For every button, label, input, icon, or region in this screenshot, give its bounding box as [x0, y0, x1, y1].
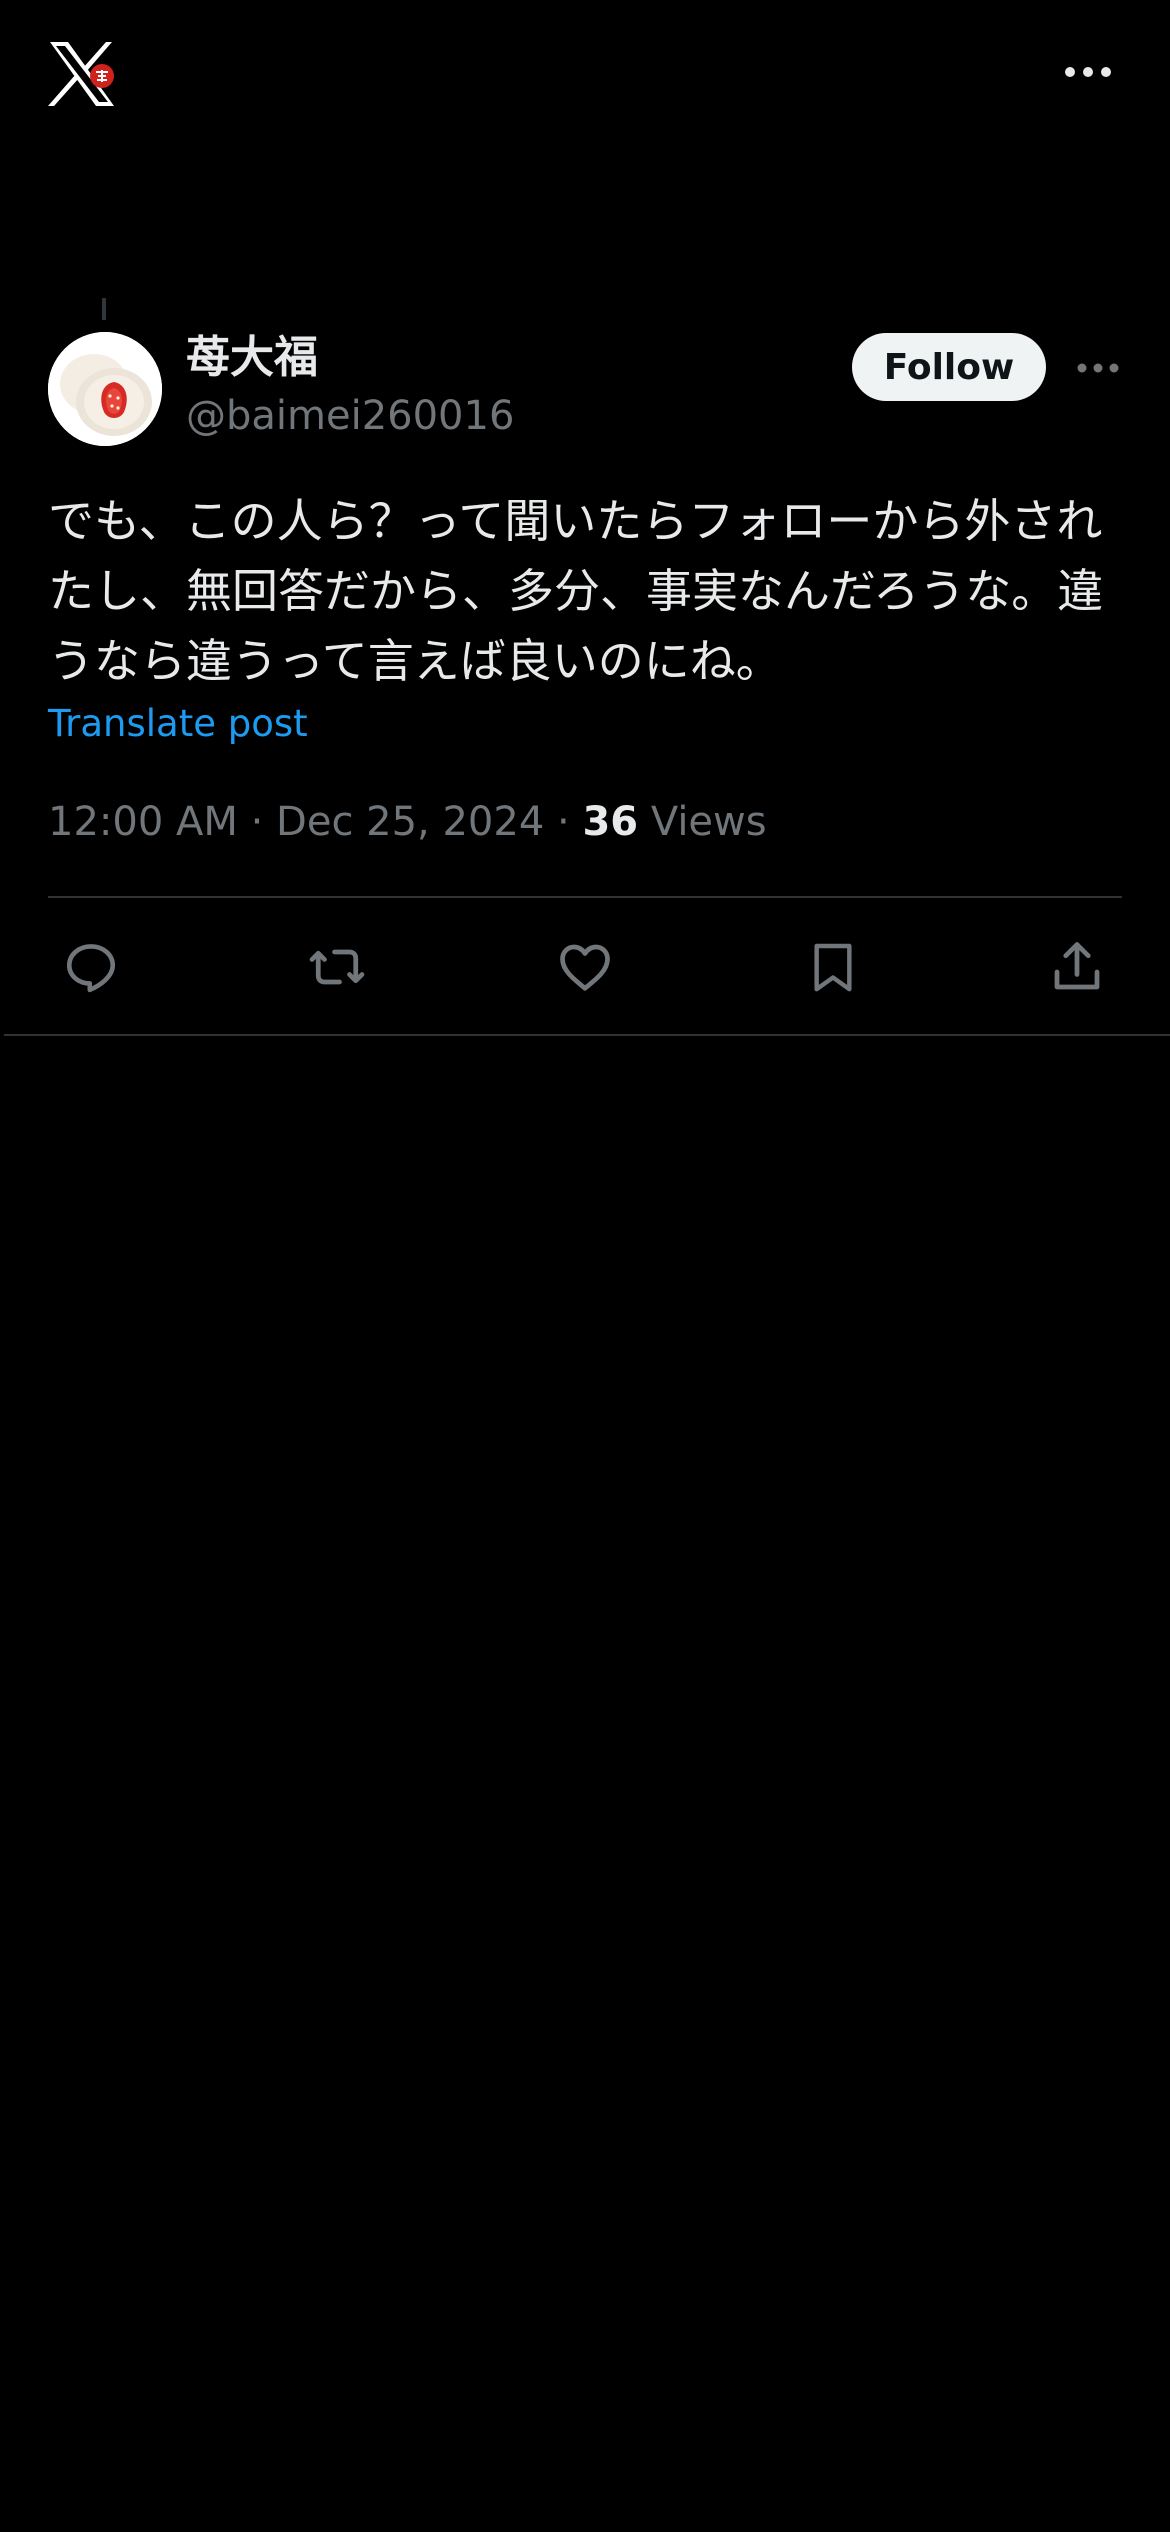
- bookmark-icon[interactable]: [788, 922, 878, 1012]
- repost-icon[interactable]: [292, 922, 382, 1012]
- like-icon[interactable]: [540, 922, 630, 1012]
- avatar[interactable]: [48, 332, 162, 446]
- divider: [48, 896, 1122, 898]
- meta-separator: ·: [557, 799, 570, 845]
- post-time[interactable]: 12:00 AM: [48, 799, 238, 845]
- follow-button[interactable]: Follow: [852, 333, 1046, 401]
- divider: [4, 1034, 1170, 1036]
- post-more-icon[interactable]: [1074, 350, 1122, 386]
- meta-separator: ·: [250, 799, 264, 845]
- post-date[interactable]: Dec 25, 2024: [276, 799, 544, 845]
- thread-connector: [102, 298, 106, 320]
- views-label: Views: [650, 799, 767, 845]
- reply-icon[interactable]: [46, 922, 136, 1012]
- share-icon[interactable]: [1032, 922, 1122, 1012]
- views-count: 36: [582, 799, 639, 845]
- post-text: でも、この人ら？って聞いたらフォローから外されたし、無回答だから、多分、事実なん…: [48, 494, 1104, 688]
- translate-post-link[interactable]: Translate post: [48, 700, 308, 748]
- top-bar: [0, 0, 1170, 150]
- x-logo-icon[interactable]: [46, 38, 118, 110]
- user-handle[interactable]: @baimei260016: [186, 390, 514, 442]
- display-name[interactable]: 苺大福: [186, 330, 318, 386]
- more-options-icon[interactable]: [1058, 52, 1118, 92]
- post-meta: 12:00 AM · Dec 25, 2024 · 36 Views: [48, 794, 767, 850]
- action-bar: [0, 922, 1170, 1012]
